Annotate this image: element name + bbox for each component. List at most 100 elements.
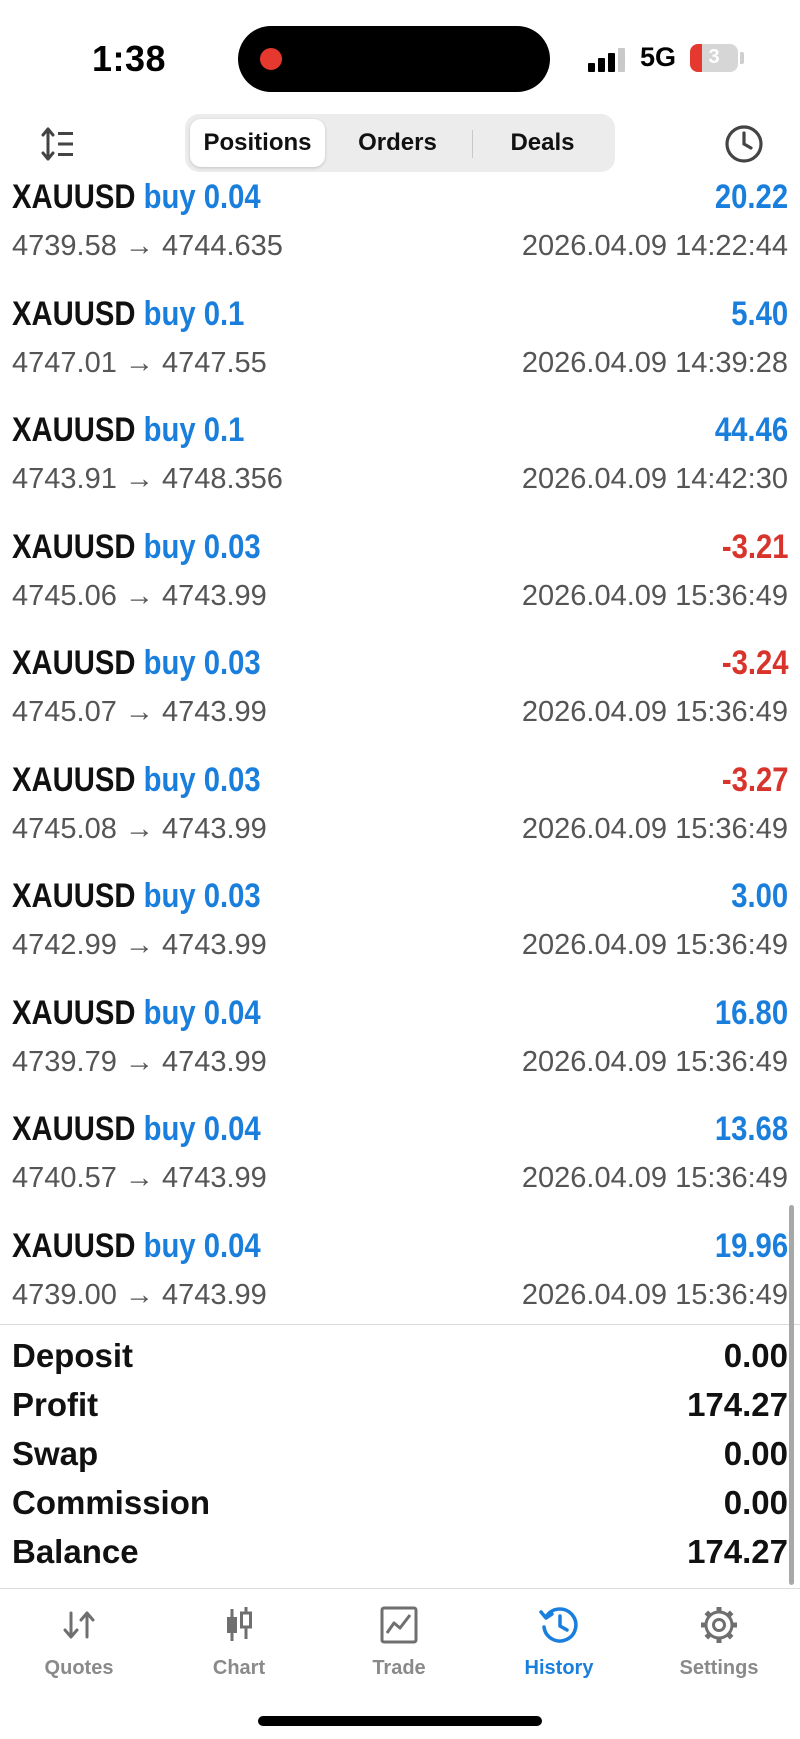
open-close-prices: 4739.58 → 4744.635 [12,230,283,262]
profit-value: -3.21 [721,527,788,566]
side: buy [143,993,196,1032]
deal-time: 2026.04.09 15:36:49 [521,1162,788,1194]
summary-value: 174.27 [687,1386,788,1423]
trade-icon [380,1606,418,1644]
chart-icon [227,1607,252,1641]
list-item[interactable]: XAUUSD buy 0.03 3.00 4742.99 → 4743.99 2… [0,877,800,994]
list-item[interactable]: XAUUSD buy 0.03 -3.24 4745.07 → 4743.99 … [0,644,800,761]
tab-label: Chart [212,1657,266,1679]
deal-time: 2026.04.09 15:36:49 [521,579,788,612]
tab-orders[interactable]: Orders [330,119,465,167]
profit-value: 13.68 [714,1110,788,1148]
open-close-prices: 4740.57 → 4743.99 [12,1162,267,1194]
battery-icon: 3 [690,44,738,72]
open-close-prices: 4742.99 → 4743.99 [12,929,267,961]
home-indicator[interactable] [258,1716,542,1726]
list-item[interactable]: XAUUSD buy 0.1 44.46 4743.91 → 4748.356 … [0,411,800,528]
battery-cap [740,52,744,64]
profit-value: -3.27 [721,760,788,799]
list-item[interactable]: XAUUSD buy 0.04 19.96 4739.00 → 4743.99 … [0,1227,800,1344]
deal-time: 2026.04.09 14:39:28 [521,346,788,379]
side: buy [143,877,196,915]
volume: 0.03 [203,877,261,915]
tab-label: History [524,1657,594,1679]
volume: 0.03 [203,760,261,799]
deal-time: 2026.04.09 15:36:49 [521,696,788,728]
list-item[interactable]: XAUUSD buy 0.04 20.22 4739.58 → 4744.635… [0,178,800,295]
open-close-prices: 4747.01 → 4747.55 [12,346,267,379]
status-time: 1:38 [92,38,167,79]
status-bar: 1:38 5G 3 [0,0,800,110]
tab-trade[interactable]: Trade [334,1603,464,1693]
profit-value: 5.40 [731,294,788,333]
summary-label: Deposit [12,1337,134,1374]
tab-label: Settings [679,1657,759,1679]
deal-time: 2026.04.09 15:36:49 [521,1278,788,1311]
segmented-control: Positions Orders Deals [185,114,615,172]
symbol: XAUUSD [12,527,136,566]
volume: 0.03 [203,527,261,566]
tab-chart[interactable]: Chart [174,1603,304,1693]
side: buy [143,760,196,799]
profit-value: 16.80 [714,993,788,1032]
summary-label: Balance [12,1533,139,1570]
list-item[interactable]: XAUUSD buy 0.1 5.40 4747.01 → 4747.55 20… [0,295,800,412]
battery-level: 3 [708,46,720,68]
volume: 0.04 [203,1110,261,1148]
tab-label: Trade [372,1657,426,1679]
profit-value: 44.46 [714,411,788,449]
summary-label: Commission [12,1484,211,1521]
tab-settings[interactable]: Settings [654,1603,784,1693]
sort-icon[interactable] [38,124,78,164]
open-close-prices: 4745.07 → 4743.99 [12,696,267,728]
quotes-icon [63,1611,95,1639]
deal-time: 2026.04.09 15:36:49 [521,1045,788,1078]
side: buy [143,1226,196,1265]
deal-time: 2026.04.09 15:36:49 [521,812,788,845]
symbol: XAUUSD [12,760,136,799]
symbol: XAUUSD [12,1110,136,1148]
side: buy [143,1110,196,1148]
list-item[interactable]: XAUUSD buy 0.03 -3.21 4745.06 → 4743.99 … [0,528,800,645]
open-close-prices: 4739.00 → 4743.99 [12,1278,267,1311]
tab-deals[interactable]: Deals [475,119,610,167]
symbol: XAUUSD [12,993,136,1032]
symbol: XAUUSD [12,294,136,333]
summary-value: 0.00 [723,1337,788,1374]
profit-value: 3.00 [731,877,788,915]
clock-icon[interactable] [722,122,766,166]
profit-value: -3.24 [721,644,788,682]
side: buy [143,644,196,682]
profit-value: 19.96 [714,1226,788,1265]
volume: 0.04 [203,1226,261,1265]
dynamic-island [238,26,550,92]
summary-value: 0.00 [723,1484,788,1521]
scrollbar[interactable] [789,1205,794,1585]
cellular-signal-icon [588,46,628,72]
list-item[interactable]: XAUUSD buy 0.03 -3.27 4745.08 → 4743.99 … [0,761,800,878]
tab-quotes[interactable]: Quotes [14,1603,144,1693]
history-icon [539,1607,578,1643]
summary-balance: Balance 174.27 [0,1529,800,1578]
summary-profit: Profit 174.27 [0,1382,800,1431]
tab-history[interactable]: History [494,1603,624,1693]
summary-value: 0.00 [723,1435,788,1472]
list-item[interactable]: XAUUSD buy 0.04 13.68 4740.57 → 4743.99 … [0,1110,800,1227]
summary-value: 174.27 [687,1533,788,1570]
symbol: XAUUSD [12,411,136,449]
deal-time: 2026.04.09 15:36:49 [521,929,788,961]
volume: 0.03 [203,644,261,682]
tab-positions[interactable]: Positions [190,119,325,167]
symbol: XAUUSD [12,644,136,682]
history-toolbar: Positions Orders Deals [0,110,800,178]
settings-icon [701,1607,737,1643]
volume: 0.1 [203,411,245,449]
side: buy [143,527,196,566]
network-type: 5G [640,42,677,72]
volume: 0.1 [203,294,245,333]
list-item[interactable]: XAUUSD buy 0.04 16.80 4739.79 → 4743.99 … [0,994,800,1111]
side: buy [143,411,196,449]
summary-label: Profit [12,1386,99,1423]
open-close-prices: 4743.91 → 4748.356 [12,463,283,495]
summary-commission: Commission 0.00 [0,1480,800,1529]
